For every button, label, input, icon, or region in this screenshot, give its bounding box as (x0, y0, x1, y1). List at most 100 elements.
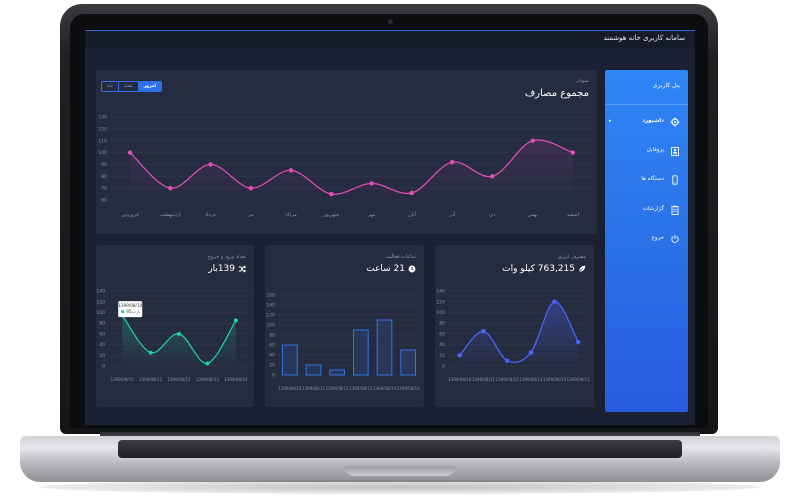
tooltip-swatch (121, 310, 125, 314)
x-tick-label: مهر (367, 212, 376, 218)
entry-line-chart: 140 120 100 80 60 40 20 0 1399/08/10 1399/08/11 13… (96, 289, 250, 382)
y-tick-label: 130 (98, 115, 107, 121)
trackpad-notch (344, 466, 456, 476)
active-indicator-icon: ▸ (609, 118, 612, 124)
x-tick-label: فروردین (121, 212, 139, 218)
y-tick-label: 140 (266, 303, 275, 309)
app-screen: سامانه کاربری خانه هوشمند پنل کاربری ▸ د… (85, 30, 695, 425)
consumption-line-chart: 130 120 110 100 90 80 70 60 فروردین اردیبهشت خرداد… (98, 115, 593, 218)
y-tick-label: 70 (101, 186, 107, 192)
data-point[interactable] (288, 168, 294, 173)
bar[interactable] (400, 349, 417, 376)
data-point[interactable] (233, 318, 238, 323)
x-tick-label: دی (489, 212, 495, 218)
y-tick-label: 60 (269, 343, 275, 349)
x-tick-label: 1399/08/11 (139, 377, 163, 382)
tooltip-label: بازدید (131, 309, 140, 314)
x-tick-label: 1399/08/10 (448, 377, 472, 382)
data-point[interactable] (449, 159, 455, 165)
data-point[interactable] (552, 299, 557, 304)
data-point[interactable] (168, 185, 173, 191)
data-point[interactable] (329, 191, 334, 197)
sidebar-item-devices[interactable]: دستگاه ها (605, 174, 688, 188)
sidebar-item-profile[interactable]: پروفایل (605, 145, 688, 159)
series-area (130, 140, 573, 200)
y-tick-label: 20 (439, 353, 445, 359)
energy-line-chart: 1401201008060402001399/08/10 1399/08/11 13… (436, 289, 590, 382)
data-point[interactable] (570, 150, 576, 155)
data-point[interactable] (177, 331, 181, 336)
data-point[interactable] (481, 328, 486, 334)
x-tick-label: 1399/08/13 (519, 377, 543, 382)
sidebar-item-label: خروج (651, 235, 664, 241)
x-tick-label: 1399/08/14 (543, 377, 567, 382)
keyboard-slot (118, 440, 682, 458)
sidebar-item-logout[interactable]: خروج (605, 233, 688, 247)
bar[interactable] (281, 344, 298, 376)
data-point[interactable] (504, 358, 510, 363)
activity-bar-chart: 1601401201008060402001399/08/10 1399/08/1… (266, 293, 421, 391)
data-point[interactable] (457, 353, 463, 358)
x-tick-label: 1399/08/10 (111, 377, 135, 382)
y-tick-label: 120 (98, 126, 107, 132)
x-tick-label: شهریور (323, 212, 340, 218)
data-point[interactable] (205, 361, 210, 366)
tooltip-date: 1399/08/10 (118, 303, 142, 308)
x-tick-label: بهمن (527, 212, 537, 218)
energy-usage-card: مصرف انرژی 763,215 کیلو وات 140 120 100 80 6… (435, 245, 594, 407)
sidebar-item-reports[interactable]: گزارشات (605, 204, 688, 218)
y-tick-label: 120 (266, 313, 275, 319)
clipboard-icon (671, 205, 679, 215)
data-point[interactable] (369, 181, 374, 186)
sidebar-item-label: پروفایل (646, 147, 664, 153)
y-tick-label: 100 (436, 310, 445, 316)
data-point[interactable] (127, 150, 133, 155)
y-tick-label: 120 (96, 299, 105, 305)
x-tick-label: 1399/08/13 (349, 386, 373, 391)
camera-icon (388, 19, 393, 24)
x-tick-label: 1399/08/10 (278, 386, 302, 391)
x-tick-label: آذر (448, 211, 456, 218)
x-tick-label: 1399/08/13 (196, 377, 220, 382)
y-tick-label: 160 (266, 293, 275, 299)
y-tick-label: 0 (102, 364, 105, 370)
x-tick-label: تیر (247, 212, 254, 218)
app-title: سامانه کاربری خانه هوشمند (603, 34, 685, 42)
y-tick-label: 40 (439, 342, 445, 348)
x-tick-label: آبان (408, 211, 417, 218)
data-point[interactable] (248, 185, 254, 191)
y-tick-label: 0 (272, 373, 275, 379)
data-point[interactable] (490, 174, 495, 179)
y-tick-label: 80 (269, 333, 275, 339)
bar[interactable] (352, 329, 369, 376)
y-tick-label: 80 (101, 174, 107, 180)
power-icon (671, 235, 679, 243)
y-tick-label: 110 (98, 138, 107, 144)
x-tick-label: 1399/08/12 (496, 377, 520, 382)
data-point[interactable] (530, 138, 535, 143)
y-tick-label: 140 (436, 289, 445, 295)
x-tick-label: 1399/08/12 (326, 386, 350, 391)
entry-count-card: تعداد ورود و خروج 139بار 140 120 100 80 60 40… (96, 245, 254, 407)
panel-title: پنل کاربری (652, 82, 680, 89)
x-tick-label: 1399/08/12 (167, 377, 191, 382)
sidebar-item-dashboard[interactable]: ▸ داشبورد (605, 116, 688, 130)
bar[interactable] (305, 364, 322, 376)
y-tick-label: 100 (266, 323, 275, 329)
y-tick-label: 120 (436, 299, 445, 305)
y-tick-label: 90 (101, 162, 107, 168)
x-tick-label: 1399/08/11 (302, 386, 326, 391)
data-point[interactable] (409, 190, 415, 196)
data-point[interactable] (575, 339, 581, 345)
bar[interactable] (376, 319, 393, 376)
y-tick-label: 60 (439, 331, 445, 337)
data-point[interactable] (208, 162, 213, 167)
data-point[interactable] (148, 350, 153, 355)
x-tick-label: اسفند (567, 212, 579, 218)
x-tick-label: خرداد (205, 212, 217, 218)
top-bar: سامانه کاربری خانه هوشمند (85, 30, 695, 48)
data-point[interactable] (528, 350, 534, 355)
x-tick-label: 1399/08/13 (397, 386, 421, 391)
y-tick-label: 100 (98, 150, 107, 156)
bar[interactable] (329, 369, 346, 376)
